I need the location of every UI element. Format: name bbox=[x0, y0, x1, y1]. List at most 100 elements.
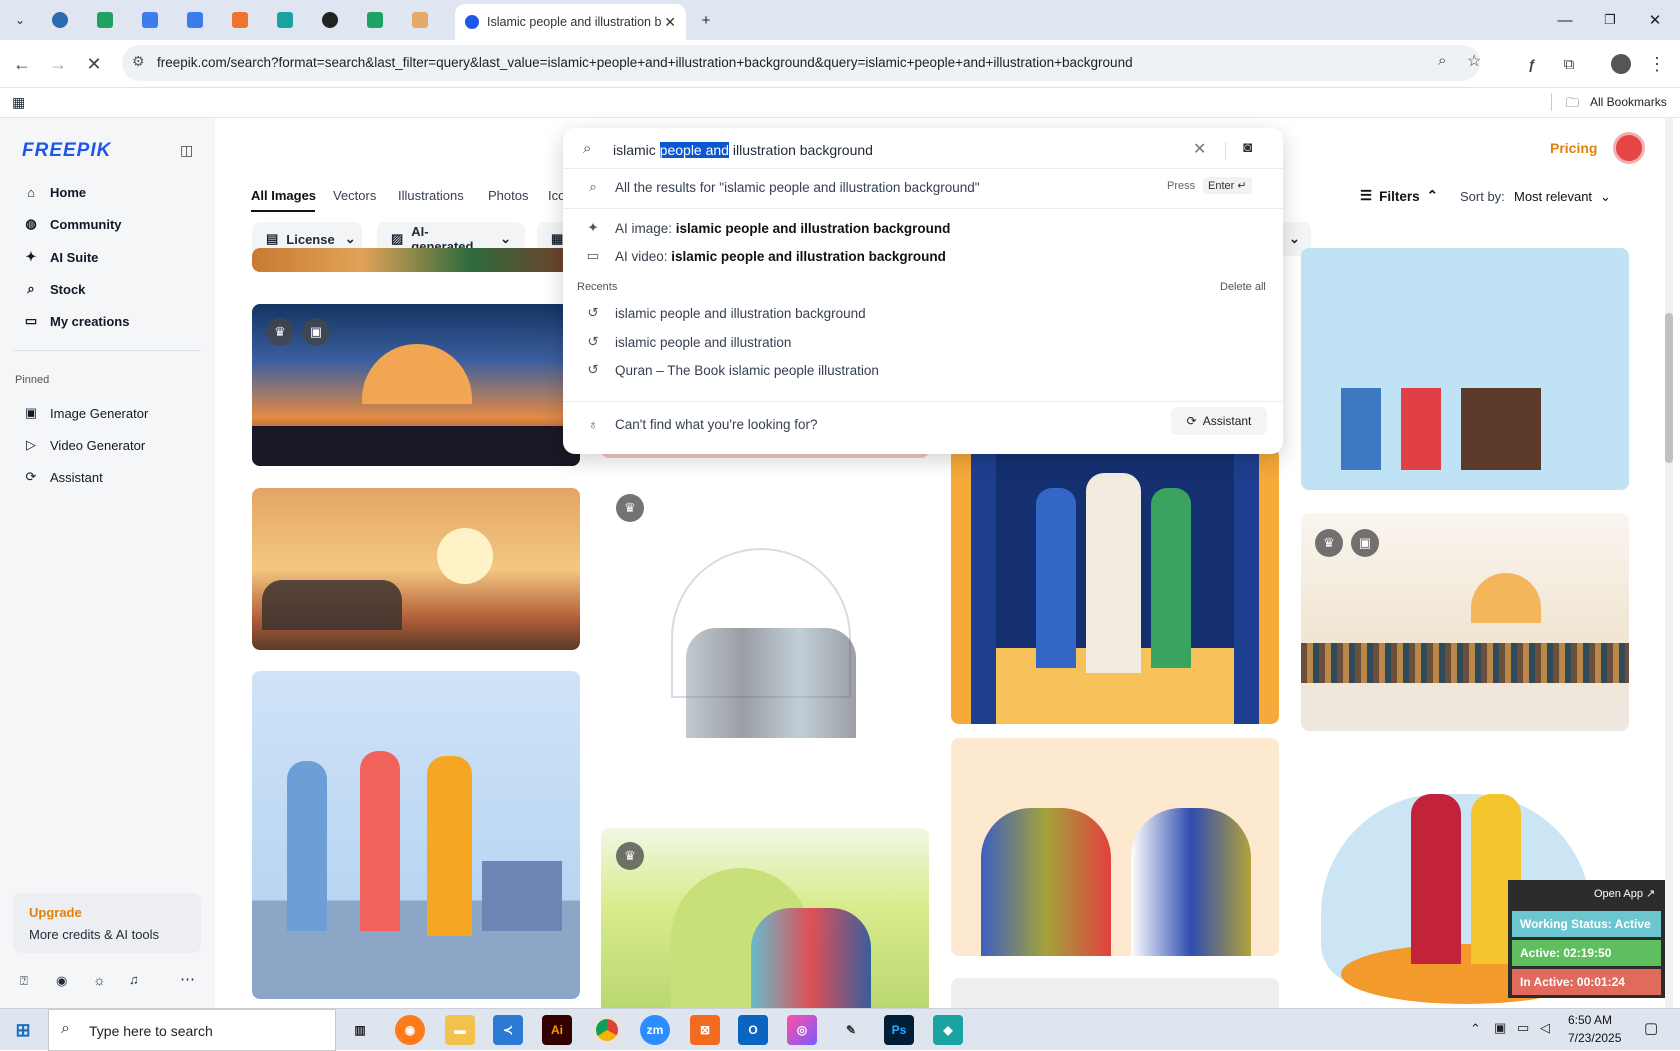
tab-docs-2[interactable] bbox=[175, 6, 215, 34]
vscode-icon[interactable]: ≺ bbox=[493, 1015, 523, 1045]
stop-loading-button[interactable]: ✕ bbox=[82, 52, 106, 76]
image-card-green-mosque[interactable]: ♛ bbox=[601, 828, 929, 1008]
collapse-sidebar-icon[interactable]: ◫ bbox=[180, 142, 193, 159]
more-icon[interactable]: ⋯ bbox=[180, 970, 195, 988]
outlook-icon[interactable]: O bbox=[738, 1015, 768, 1045]
image-card-standing-people[interactable] bbox=[1301, 248, 1629, 490]
forward-button[interactable]: → bbox=[46, 52, 70, 76]
notifications-bell-icon[interactable]: ♫ bbox=[129, 972, 139, 987]
active-tab[interactable]: Islamic people and illustration b ✕ bbox=[455, 4, 686, 40]
file-explorer-icon[interactable]: ▬ bbox=[445, 1015, 475, 1045]
profile-avatar[interactable] bbox=[1609, 52, 1633, 76]
open-app-link[interactable]: Open App ↗ bbox=[1594, 887, 1655, 900]
tab-all-images[interactable]: All Images bbox=[251, 188, 316, 203]
image-card-desert-family[interactable] bbox=[252, 488, 580, 650]
image-card[interactable] bbox=[951, 978, 1279, 1008]
image-card-greeting-sketch[interactable]: ♛ bbox=[601, 478, 929, 808]
clock-date[interactable]: 7/23/2025 bbox=[1568, 1031, 1621, 1045]
sidebar-item-image-generator[interactable]: ▣ Image Generator bbox=[22, 401, 148, 425]
delete-all-button[interactable]: Delete all bbox=[1220, 281, 1266, 293]
apps-grid-icon[interactable]: ▦ bbox=[12, 94, 25, 111]
image-card-mosque-crowd[interactable]: ♛ ▣ bbox=[1301, 513, 1629, 731]
image-card[interactable] bbox=[252, 248, 580, 272]
illustrator-icon[interactable]: Ai bbox=[542, 1015, 572, 1045]
sidebar-item-home[interactable]: ⌂ Home bbox=[22, 180, 86, 204]
browser-menu-button[interactable]: ⋮ bbox=[1645, 52, 1669, 76]
recent-search-item[interactable]: ↺ islamic people and illustration backgro… bbox=[585, 301, 865, 325]
recent-search-item[interactable]: ↺ islamic people and illustration bbox=[585, 330, 791, 354]
new-tab-button[interactable]: + bbox=[694, 8, 718, 32]
back-button[interactable]: ← bbox=[10, 52, 34, 76]
recent-search-item[interactable]: ↺ Quran – The Book islamic people illustr… bbox=[585, 358, 879, 382]
tab-illustrations[interactable]: Illustrations bbox=[398, 188, 464, 203]
image-card-praying-men[interactable] bbox=[252, 671, 580, 999]
clear-search-icon[interactable]: ✕ bbox=[1193, 139, 1206, 159]
url-text[interactable]: freepik.com/search?format=search&last_fi… bbox=[157, 55, 1133, 70]
tab-photos[interactable]: Photos bbox=[488, 188, 528, 203]
sidebar-item-video-generator[interactable]: ▷ Video Generator bbox=[22, 433, 145, 457]
bookmark-star-icon[interactable]: ☆ bbox=[1467, 51, 1481, 71]
sidebar-item-ai-suite[interactable]: ✦ AI Suite bbox=[22, 245, 99, 269]
ai-image-suggestion[interactable]: ✦ AI image: islamic people and illustrati… bbox=[585, 216, 950, 240]
image-card-mosque-night[interactable]: ♛ ▣ bbox=[252, 304, 580, 466]
extension-f-icon[interactable]: ƒ bbox=[1520, 52, 1544, 76]
network-icon[interactable]: ▣ bbox=[1494, 1020, 1506, 1036]
camera-search-icon[interactable]: ◙ bbox=[1243, 139, 1252, 156]
all-bookmarks-link[interactable]: All Bookmarks bbox=[1590, 95, 1667, 109]
tab-frame[interactable] bbox=[220, 6, 260, 34]
image-card-arch-men[interactable] bbox=[951, 448, 1279, 724]
tab-openai[interactable] bbox=[310, 6, 350, 34]
scrollbar-track[interactable] bbox=[1665, 118, 1673, 1008]
restore-button[interactable]: ❐ bbox=[1598, 8, 1622, 32]
ai-video-suggestion[interactable]: ▭ AI video: islamic people and illustrati… bbox=[585, 244, 946, 268]
tab-wordpress[interactable] bbox=[40, 6, 80, 34]
app-icon[interactable]: ◆ bbox=[933, 1015, 963, 1045]
sidebar-item-stock[interactable]: ⌕ Stock bbox=[22, 277, 85, 301]
upgrade-card[interactable]: Upgrade More credits & AI tools bbox=[13, 893, 201, 953]
tab-app[interactable] bbox=[265, 6, 305, 34]
xampp-icon[interactable]: ⊠ bbox=[690, 1015, 720, 1045]
close-window-button[interactable]: ✕ bbox=[1643, 8, 1667, 32]
windows-start-icon[interactable]: ⊞ bbox=[8, 1015, 38, 1045]
sidebar-item-my-creations[interactable]: ▭ My creations bbox=[22, 309, 130, 333]
tab-docs-1[interactable] bbox=[130, 6, 170, 34]
zoom-icon[interactable]: ⌕ bbox=[1438, 52, 1446, 69]
address-bar[interactable]: ⚙ freepik.com/search?format=search&last_… bbox=[122, 45, 1481, 81]
zoom-app-icon[interactable]: zm bbox=[640, 1015, 670, 1045]
sidebar-item-assistant[interactable]: ⟳ Assistant bbox=[22, 465, 103, 489]
creative-cloud-icon[interactable]: ◎ bbox=[787, 1015, 817, 1045]
clock-time[interactable]: 6:50 AM bbox=[1568, 1013, 1612, 1027]
tab-sheets-2[interactable] bbox=[355, 6, 395, 34]
assistant-button[interactable]: ⟳ Assistant bbox=[1171, 407, 1267, 435]
scrollbar-thumb[interactable] bbox=[1665, 313, 1673, 463]
tab-vectors[interactable]: Vectors bbox=[333, 188, 376, 203]
tab-sheets-1[interactable] bbox=[85, 6, 125, 34]
firefox-icon[interactable]: ◉ bbox=[395, 1015, 425, 1045]
freepik-logo[interactable]: FREEPIK bbox=[22, 140, 111, 162]
pricing-link[interactable]: Pricing bbox=[1550, 140, 1597, 156]
site-settings-icon[interactable]: ⚙ bbox=[132, 53, 145, 70]
theme-icon[interactable]: ☼ bbox=[93, 972, 106, 988]
all-results-row[interactable]: ⌕ All the results for "islamic people and… bbox=[585, 175, 1265, 199]
task-view-icon[interactable]: ▥ bbox=[345, 1015, 375, 1045]
extensions-puzzle-icon[interactable]: ⧉ bbox=[1557, 52, 1581, 76]
chrome-icon[interactable] bbox=[592, 1015, 622, 1045]
sort-select[interactable]: Most relevant ⌄ bbox=[1514, 189, 1611, 205]
tray-chevron-icon[interactable]: ⌃ bbox=[1470, 1021, 1481, 1037]
image-card-hugging-friends[interactable] bbox=[951, 738, 1279, 956]
volume-icon[interactable]: ◁ bbox=[1540, 1020, 1550, 1036]
sidebar-item-community[interactable]: ◍ Community bbox=[22, 212, 121, 236]
notification-center-icon[interactable]: ▢ bbox=[1644, 1019, 1658, 1037]
pen-tool-icon[interactable]: ✎ bbox=[836, 1015, 866, 1045]
photoshop-icon[interactable]: Ps bbox=[884, 1015, 914, 1045]
close-tab-icon[interactable]: ✕ bbox=[664, 14, 676, 31]
user-avatar[interactable] bbox=[1613, 132, 1645, 164]
tab-list-button[interactable]: ⌄ bbox=[0, 6, 40, 34]
tab-studio[interactable] bbox=[400, 6, 440, 34]
minimize-button[interactable]: — bbox=[1553, 8, 1577, 32]
search-input[interactable]: islamic people and illustration backgrou… bbox=[613, 142, 873, 158]
display-icon[interactable]: ▭ bbox=[1517, 1020, 1529, 1036]
filters-button[interactable]: ☰ Filters ⌃ bbox=[1360, 188, 1438, 204]
help-icon[interactable]: ⍰ bbox=[20, 973, 28, 989]
discord-icon[interactable]: ◉ bbox=[56, 973, 67, 989]
